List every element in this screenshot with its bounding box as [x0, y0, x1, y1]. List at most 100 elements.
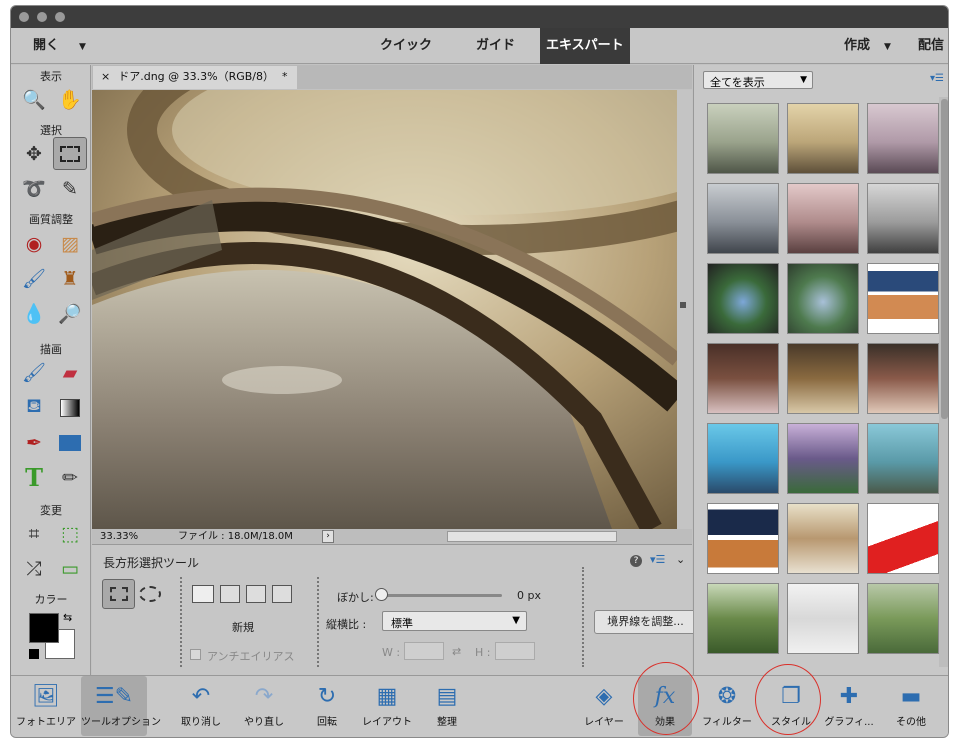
effect-thumbnail[interactable] — [707, 503, 779, 574]
effect-thumbnail[interactable] — [867, 343, 939, 414]
effect-thumbnail[interactable] — [867, 423, 939, 494]
effect-thumbnail[interactable] — [787, 263, 859, 334]
effect-thumbnail[interactable] — [787, 103, 859, 174]
effect-thumbnail[interactable] — [787, 343, 859, 414]
pencil-tool-icon[interactable]: ✏ — [53, 461, 87, 494]
effect-thumbnail[interactable] — [787, 583, 859, 654]
scroll-grip[interactable] — [680, 302, 686, 308]
gradient-tool-icon[interactable] — [53, 391, 87, 424]
feather-slider-thumb[interactable] — [375, 588, 388, 601]
minimize-window-button[interactable] — [37, 12, 47, 22]
effect-thumbnail[interactable] — [867, 183, 939, 254]
effect-thumbnail[interactable] — [787, 183, 859, 254]
antialias-checkbox[interactable] — [190, 649, 201, 660]
panel-menu-icon[interactable]: ▾☰ — [930, 73, 944, 84]
elliptical-marquee-option[interactable] — [139, 586, 161, 602]
marquee-tool-icon[interactable] — [53, 137, 87, 170]
layers-button[interactable]: ◈ レイヤー — [571, 676, 637, 736]
width-field[interactable] — [404, 642, 444, 660]
mode-expert[interactable]: エキスパート — [540, 28, 630, 64]
blur-tool-icon[interactable]: 💧 — [17, 297, 51, 330]
new-selection-icon[interactable] — [192, 585, 214, 603]
layout-button[interactable]: ▦ レイアウト — [354, 676, 420, 736]
height-field[interactable] — [495, 642, 535, 660]
red-eye-tool-icon[interactable]: ◉ — [17, 227, 51, 260]
effect-thumbnail[interactable] — [867, 263, 939, 334]
brush-tool-icon[interactable]: 🖌 — [17, 356, 51, 389]
swap-dimensions-icon[interactable]: ⇄ — [452, 645, 461, 658]
undo-icon: ↶ — [191, 683, 211, 709]
redo-label: やり直し — [244, 717, 284, 728]
redo-button[interactable]: ↷ やり直し — [231, 676, 297, 736]
effect-thumbnail[interactable] — [867, 103, 939, 174]
content-aware-move-icon[interactable]: ⤮ — [17, 552, 51, 585]
sponge-tool-icon[interactable]: 🔎 — [53, 297, 87, 330]
scroll-thumb[interactable] — [941, 99, 948, 419]
graphics-button[interactable]: ✚ グラフィ... — [816, 676, 882, 736]
feather-slider-track[interactable] — [382, 594, 502, 597]
eyedropper-icon[interactable]: ✒ — [17, 426, 51, 459]
image-canvas[interactable] — [92, 90, 677, 529]
undo-button[interactable]: ↶ 取り消し — [168, 676, 234, 736]
close-window-button[interactable] — [19, 12, 29, 22]
move-tool-icon[interactable]: ✥ — [17, 137, 51, 170]
open-menu[interactable]: 開く ▼ — [33, 28, 86, 64]
crop-tool-icon[interactable]: ⌗ — [17, 517, 51, 550]
lasso-tool-icon[interactable]: ➰ — [17, 172, 51, 205]
type-tool-icon[interactable]: T — [17, 461, 51, 494]
close-icon[interactable]: × — [101, 70, 110, 83]
rotate-button[interactable]: ↻ 回転 — [294, 676, 360, 736]
mode-guided[interactable]: ガイド — [476, 28, 515, 64]
foreground-color-swatch[interactable] — [29, 613, 59, 643]
effect-thumbnail[interactable] — [707, 343, 779, 414]
clone-stamp-icon[interactable]: ♜ — [53, 262, 87, 295]
rect-marquee-option[interactable] — [102, 579, 135, 609]
smart-brush-icon[interactable]: 🖌 — [17, 262, 51, 295]
paint-bucket-icon[interactable]: ⛾ — [17, 391, 51, 424]
subtract-selection-icon[interactable] — [246, 585, 266, 603]
effect-thumbnail[interactable] — [867, 583, 939, 654]
filters-button[interactable]: ❂ フィルター — [694, 676, 760, 736]
redo-icon: ↷ — [254, 683, 274, 709]
shape-tool-icon[interactable] — [53, 426, 87, 459]
effect-thumbnail[interactable] — [707, 183, 779, 254]
create-menu[interactable]: 作成 ▼ — [844, 28, 891, 64]
effect-thumbnail[interactable] — [707, 103, 779, 174]
eraser-tool-icon[interactable]: ▰ — [53, 356, 87, 389]
status-arrow-icon[interactable]: › — [322, 530, 334, 543]
share-menu[interactable]: 配信 — [918, 28, 944, 64]
effect-thumbnail[interactable] — [707, 263, 779, 334]
effect-thumbnail[interactable] — [787, 423, 859, 494]
effect-thumbnail[interactable] — [787, 503, 859, 574]
zoom-window-button[interactable] — [55, 12, 65, 22]
collapse-chevron-icon[interactable]: ⌄ — [676, 553, 685, 566]
tool-options-button[interactable]: ☰✎ ツールオプション — [81, 676, 161, 736]
panel-scrollbar[interactable] — [939, 97, 948, 667]
canvas-vertical-scrollbar[interactable] — [677, 90, 692, 529]
swap-colors-icon[interactable]: ⇆ — [63, 611, 72, 624]
add-selection-icon[interactable] — [220, 585, 240, 603]
document-tab[interactable]: × ドア.dng @ 33.3%（RGB/8） * — [93, 66, 297, 89]
hand-tool-icon[interactable]: ✋ — [53, 83, 87, 116]
zoom-level[interactable]: 33.33% — [100, 529, 138, 544]
default-colors-icon[interactable] — [29, 649, 39, 659]
panel-menu-icon[interactable]: ▾☰ — [650, 553, 665, 566]
aspect-ratio-select[interactable]: 標準 ▼ — [382, 611, 527, 631]
organizer-button[interactable]: ▤ 整理 — [414, 676, 480, 736]
intersect-selection-icon[interactable] — [272, 585, 292, 603]
help-icon[interactable]: ? — [630, 555, 642, 567]
effect-thumbnail[interactable] — [707, 423, 779, 494]
photo-bin-button[interactable]: 🖼 フォトエリア — [13, 676, 79, 736]
zoom-tool-icon[interactable]: 🔍 — [17, 83, 51, 116]
filter-select[interactable]: 全てを表示 ▼ — [703, 71, 813, 89]
more-button[interactable]: ▬ その他 — [878, 676, 944, 736]
effect-thumbnail[interactable] — [867, 503, 939, 574]
effect-thumbnail[interactable] — [707, 583, 779, 654]
horizontal-scrollbar[interactable] — [447, 531, 617, 542]
refine-edge-button[interactable]: 境界線を調整... — [594, 610, 697, 634]
straighten-tool-icon[interactable]: ▭ — [53, 552, 87, 585]
quick-selection-tool-icon[interactable]: ✎ — [53, 172, 87, 205]
healing-brush-icon[interactable]: ▨ — [53, 227, 87, 260]
recompose-tool-icon[interactable]: ⬚ — [53, 517, 87, 550]
mode-quick[interactable]: クイック — [380, 28, 432, 64]
